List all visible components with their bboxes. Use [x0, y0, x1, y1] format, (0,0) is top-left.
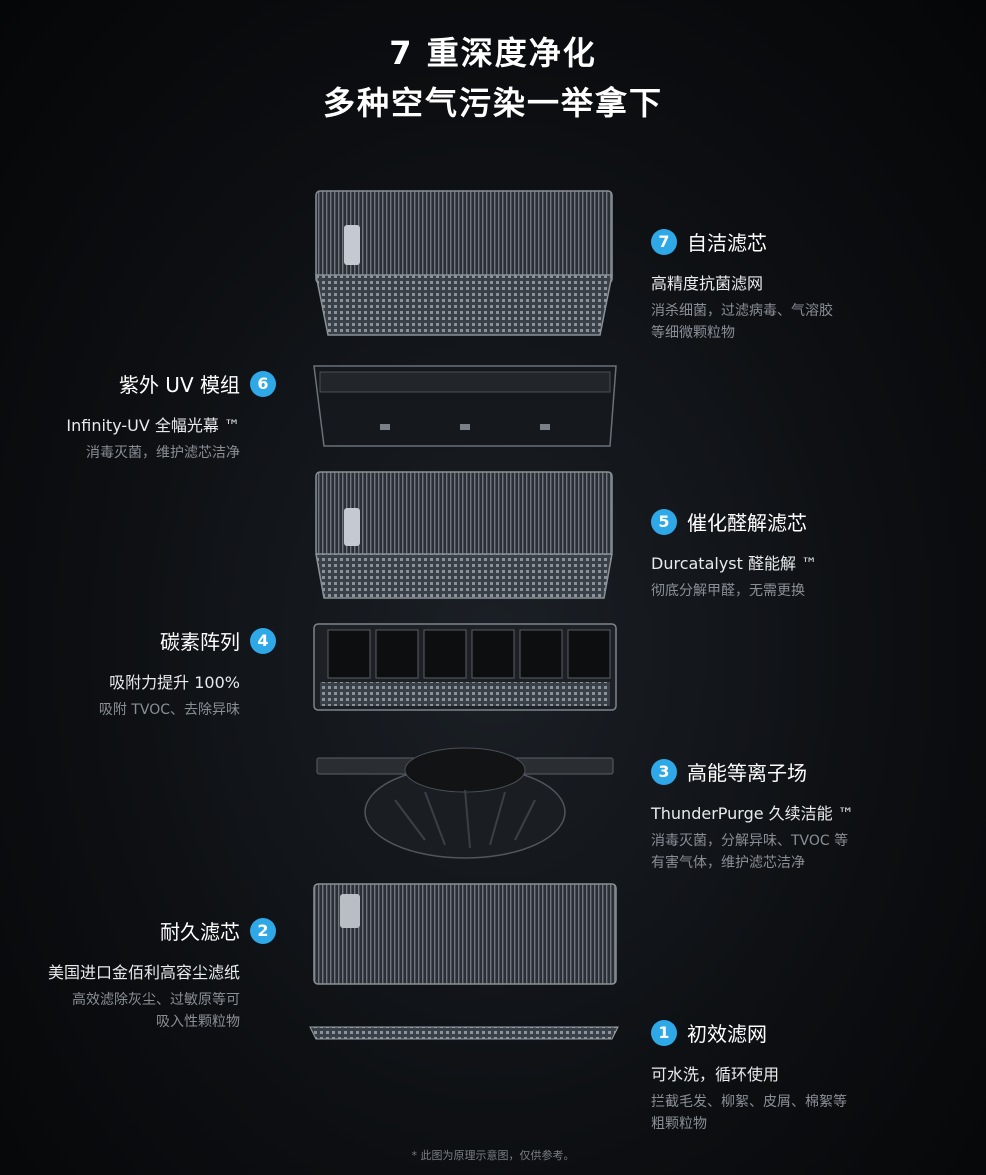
- layer-6-title: 紫外 UV 模组: [118, 373, 240, 397]
- layer-5-title: 催化醛解滤芯: [687, 511, 807, 535]
- layer-1-title: 初效滤网: [687, 1022, 767, 1046]
- layer-5-label: 5 催化醛解滤芯 Durcatalyst 醛能解 ™ 彻底分解甲醛，无需更换: [651, 507, 971, 602]
- layer-3-subtitle: ThunderPurge 久续洁能 ™: [651, 804, 854, 823]
- layer-5-desc: 彻底分解甲醛，无需更换: [651, 583, 805, 599]
- carbon-array-image: [313, 623, 617, 711]
- layer-1-label: 1 初效滤网 可水洗，循环使用 拦截毛发、柳絮、皮屑、棉絮等 粗颗粒物: [651, 1018, 971, 1135]
- layer-1-desc: 拦截毛发、柳絮、皮屑、棉絮等 粗颗粒物: [651, 1094, 847, 1132]
- layer-4-title: 碳素阵列: [160, 630, 240, 654]
- layer-6-desc: 消毒灭菌，维护滤芯洁净: [86, 445, 240, 461]
- layer-4-label: 碳素阵列 4 吸附力提升 100% 吸附 TVOC、去除异味: [20, 626, 276, 721]
- layer-3-desc: 消毒灭菌，分解异味、TVOC 等 有害气体，维护滤芯洁净: [651, 833, 849, 871]
- layer-3-label: 3 高能等离子场 ThunderPurge 久续洁能 ™ 消毒灭菌，分解异味、TV…: [651, 757, 971, 874]
- page-subtitle: 多种空气污染一举拿下: [322, 84, 663, 122]
- step-3-badge: 3: [651, 758, 677, 785]
- pre-filter-mesh-image: [309, 1026, 619, 1040]
- layer-4-subtitle: 吸附力提升 100%: [109, 673, 240, 692]
- step-2-badge: 2: [250, 917, 276, 944]
- layer-1-subtitle: 可水洗，循环使用: [651, 1065, 780, 1084]
- layer-3-title: 高能等离子场: [687, 761, 807, 785]
- layer-6-subtitle: Infinity-UV 全幅光幕 ™: [66, 416, 240, 435]
- layer-7-label: 7 自洁滤芯 高精度抗菌滤网 消杀细菌，过滤病毒、气溶胶 等细微颗粒物: [651, 227, 971, 344]
- step-1-badge: 1: [651, 1019, 677, 1046]
- step-6-badge: 6: [250, 370, 276, 397]
- step-7-badge: 7: [651, 228, 677, 255]
- layer-2-desc: 高效滤除灰尘、过敏原等可 吸入性颗粒物: [72, 992, 240, 1030]
- layer-2-title: 耐久滤芯: [160, 920, 240, 944]
- layer-2-label: 耐久滤芯 2 美国进口金佰利高容尘滤纸 高效滤除灰尘、过敏原等可 吸入性颗粒物: [10, 916, 276, 1033]
- disclaimer-footnote: * 此图为原理示意图，仅供参考。: [411, 1149, 575, 1162]
- step-5-badge: 5: [651, 508, 677, 535]
- durable-filter-image: [313, 883, 617, 985]
- page-title: 7 重深度净化: [389, 34, 597, 72]
- catalytic-filter-image: [315, 471, 613, 599]
- layer-7-title: 自洁滤芯: [687, 231, 767, 255]
- self-cleaning-filter-image: [315, 190, 613, 336]
- layer-4-desc: 吸附 TVOC、去除异味: [98, 702, 240, 718]
- plasma-fan-image: [316, 747, 614, 859]
- step-4-badge: 4: [250, 627, 276, 654]
- layer-6-label: 紫外 UV 模组 6 Infinity-UV 全幅光幕 ™ 消毒灭菌，维护滤芯洁净: [20, 369, 276, 464]
- layer-7-desc: 消杀细菌，过滤病毒、气溶胶 等细微颗粒物: [651, 303, 833, 341]
- layer-7-subtitle: 高精度抗菌滤网: [651, 274, 764, 293]
- uv-module-image: [313, 365, 617, 447]
- layer-2-subtitle: 美国进口金佰利高容尘滤纸: [47, 963, 240, 982]
- layer-5-subtitle: Durcatalyst 醛能解 ™: [651, 554, 818, 573]
